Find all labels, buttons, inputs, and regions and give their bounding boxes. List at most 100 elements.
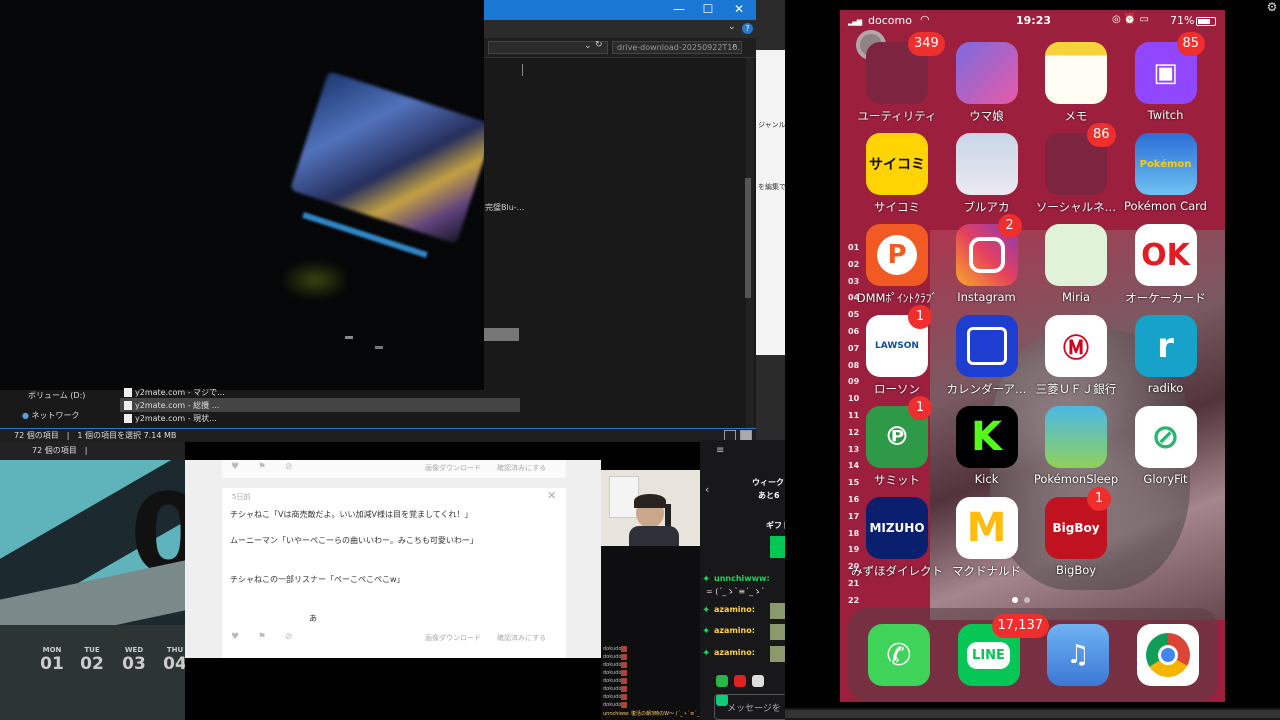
file-item[interactable]: y2mate.com - 総攬 ... [124, 400, 219, 411]
black-region [185, 658, 601, 720]
search-icon[interactable]: ⌕ [732, 41, 737, 51]
app-social-folder[interactable]: 86 ソーシャルネ… [1017, 123, 1116, 224]
video-player[interactable] [0, 0, 484, 390]
gear-icon[interactable]: ⚙ [1264, 0, 1280, 16]
app-miria[interactable]: Miria [1017, 224, 1107, 315]
music-icon: ♫ [1047, 624, 1109, 686]
search-input[interactable]: drive-download-20250922T10... [612, 41, 742, 54]
highlighted-row [484, 328, 519, 341]
app-pokemon-card[interactable]: Pokémon Pokémon Card [1107, 133, 1207, 224]
app-mizuho[interactable]: MIZUHO みずほダイレクト [840, 497, 943, 588]
download-image-link[interactable]: 画像ダウンロード [425, 633, 481, 643]
notification-badge: 1 [1087, 487, 1111, 511]
app-lawson[interactable]: LAWSON 1 ローソン [840, 305, 932, 406]
dock-line[interactable]: LINE 17,137 [930, 614, 1049, 702]
app-ok-card[interactable]: OK オーケーカード [1107, 224, 1206, 315]
chevron-down-icon[interactable]: ⌄ [584, 41, 592, 51]
page-dot[interactable] [1024, 597, 1030, 603]
app-twitch[interactable]: ▣ 85 Twitch [1107, 32, 1206, 133]
emote [621, 694, 627, 700]
emote [621, 662, 627, 668]
horizontal-scrollbar[interactable] [785, 708, 1280, 720]
app-kick[interactable]: K Kick [928, 406, 1018, 497]
app-umamusume[interactable]: ウマ娘 [928, 42, 1018, 133]
chevron-down-icon[interactable]: ⌄ [728, 22, 736, 32]
page-indicator[interactable] [1012, 588, 1052, 603]
emote-icon[interactable] [752, 675, 764, 687]
app-pokemon-sleep[interactable]: PokémonSleep [1017, 406, 1118, 497]
chat-username[interactable]: azamino: [714, 648, 755, 657]
phone-home-screen: 01 02 03 04 05 06 07 08 09 10 11 12 13 14 15 16 17 18 19 20… [840, 10, 1225, 702]
file-item[interactable]: y2mate.com - マジで... [124, 387, 225, 398]
emote-bar[interactable] [716, 672, 785, 706]
emote-icon[interactable] [734, 675, 746, 687]
app-notes[interactable]: メモ [1017, 42, 1107, 133]
gift-button[interactable] [770, 536, 785, 558]
app-utility-folder[interactable]: 349 ユーティリティ [840, 32, 945, 133]
comment-age: 5日前 [232, 493, 251, 501]
clock-number: 22 [848, 595, 860, 605]
mark-confirmed-link[interactable]: 確認済みにする [497, 633, 546, 643]
emote [621, 702, 627, 708]
app-dmm-points[interactable]: P DMMﾎﾟｲﾝﾄｸﾗﾌﾞ [840, 224, 937, 315]
chat-username[interactable]: azamino: [714, 605, 755, 614]
mizuho-icon: MIZUHO [866, 497, 928, 559]
comment-panel: ♥ ⚑ ⊘ 画像ダウンロード 確認済みにする 5日前 ✕ チシャねこ「Vは商売敵… [185, 460, 601, 658]
mark-confirmed-link[interactable]: 確認済みにする [497, 463, 546, 473]
close-icon[interactable]: ✕ [547, 489, 556, 502]
emote-icon[interactable] [716, 675, 728, 687]
chat-username[interactable]: unnchiwww: [714, 574, 770, 583]
app-bigboy[interactable]: BigBoy 1 BigBoy [1017, 487, 1111, 588]
mufg-icon: Ⓜ [1045, 315, 1107, 377]
dock-phone[interactable]: ✆ [840, 624, 930, 702]
streamer-body [629, 526, 679, 546]
wifi-icon: ◠ [920, 13, 930, 26]
close-icon[interactable]: ✕ [729, 2, 749, 16]
app-summit[interactable]: ℗ 1 サミット [840, 396, 932, 497]
day-name: TUE [84, 646, 100, 654]
app-bluearchive[interactable]: ブルアカ [928, 133, 1018, 224]
minimize-icon[interactable]: — [669, 2, 689, 16]
dock-chrome[interactable] [1109, 624, 1199, 702]
page-dot[interactable] [1012, 597, 1018, 603]
comment-action-icons[interactable]: ♥ ⚑ ⊘ [231, 462, 300, 472]
chevron-left-icon[interactable]: ‹ [705, 483, 709, 496]
file-icon [124, 401, 132, 410]
network-icon: ● [22, 411, 29, 420]
refresh-icon[interactable]: ↻ [595, 40, 603, 50]
emote [770, 624, 785, 640]
file-item[interactable]: y2mate.com - 現状... [124, 413, 217, 424]
notification-badge: 17,137 [991, 614, 1049, 638]
app-label: Pokémon Card [1124, 199, 1207, 213]
clock-time: 19:23 [1016, 14, 1052, 27]
menu-icon[interactable]: ≡ [716, 445, 724, 456]
video-frame-mark [375, 346, 383, 349]
chat-line: dokudo [603, 646, 622, 652]
chat-username[interactable]: azamino: [714, 626, 755, 635]
app-instagram[interactable]: 2 Instagram [928, 214, 1022, 315]
app-mcdonalds[interactable]: M マクドナルド [928, 497, 1021, 588]
scrollbar-track[interactable] [785, 710, 1280, 718]
text-caret [522, 64, 523, 76]
app-saikomi[interactable]: サイコミ サイコミ [840, 133, 928, 224]
maximize-icon[interactable]: ☐ [698, 2, 718, 16]
explorer-file-list[interactable]: 完璧Blu-... [484, 58, 756, 428]
app-gloryfit[interactable]: ⊘ GloryFit [1107, 406, 1197, 497]
file-name: y2mate.com - 総攬 ... [135, 401, 220, 410]
chat-line: dokudo [603, 678, 622, 684]
explorer-titlebar[interactable]: — ☐ ✕ [484, 0, 756, 20]
nav-volume-d[interactable]: ボリューム (D:) [28, 390, 85, 401]
nav-network[interactable]: ● ネットワーク [22, 410, 80, 421]
bg-text: を編集で [758, 183, 786, 191]
calendar-day: THU 04 [160, 646, 185, 674]
scrollbar-thumb[interactable] [745, 178, 751, 298]
app-mufg[interactable]: Ⓜ 三菱ＵＦＪ銀行 [1017, 315, 1116, 406]
chat-input[interactable]: メッセージを [714, 694, 785, 720]
help-icon[interactable]: ? [742, 23, 753, 34]
download-image-link[interactable]: 画像ダウンロード [425, 463, 481, 473]
app-radiko[interactable]: r radiko [1107, 315, 1197, 406]
comment-action-icons[interactable]: ♥ ⚑ ⊘ [231, 632, 300, 642]
carrier-name: docomo [868, 14, 912, 27]
vertical-scrollbar[interactable] [745, 58, 754, 428]
app-calendar-app[interactable]: カレンダーア… [928, 315, 1027, 406]
